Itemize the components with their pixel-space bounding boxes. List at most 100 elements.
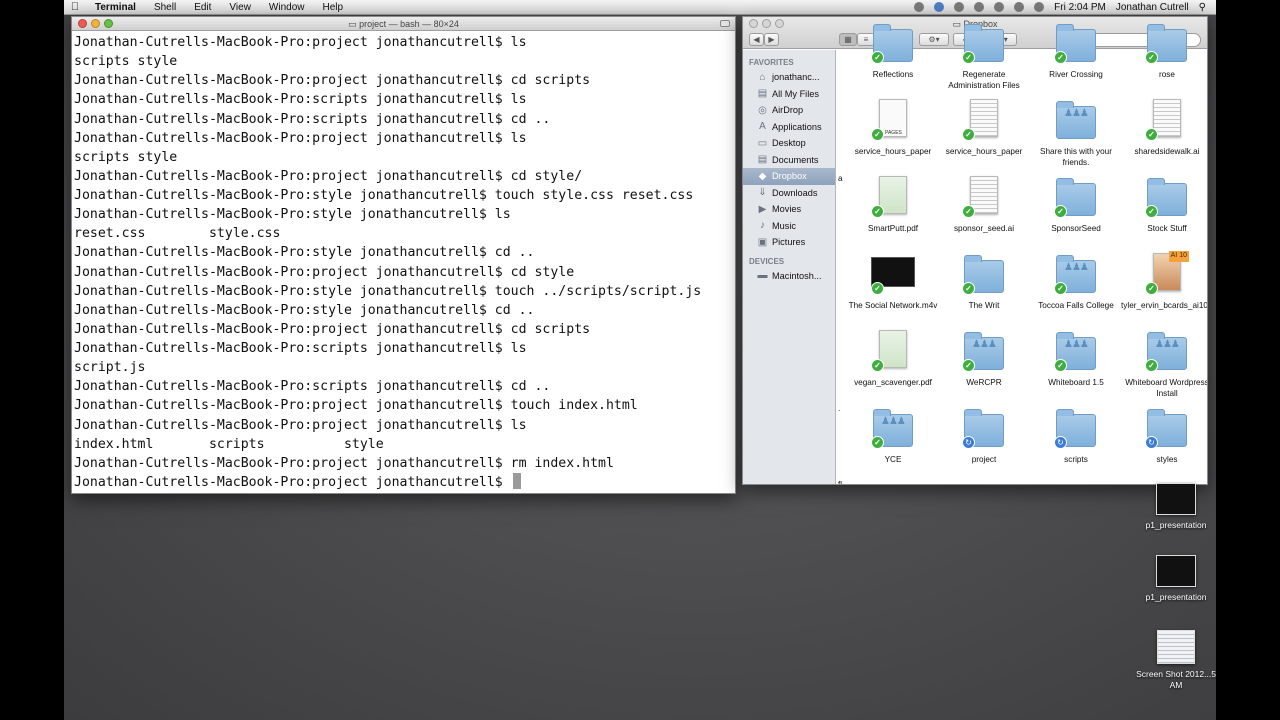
airdrop-icon: ◎ <box>758 104 767 116</box>
finder-content[interactable]: a . fl ✓ Reflections ✓ Regenerate Administr… <box>837 24 1208 485</box>
menubar-clock[interactable]: Fri 2:04 PM <box>1054 2 1106 13</box>
battery-icon[interactable] <box>1034 2 1045 12</box>
sidebar-item-documents[interactable]: ▤ Documents <box>743 152 835 169</box>
menu-shell[interactable]: Shell <box>145 2 185 13</box>
close-button[interactable] <box>749 19 758 28</box>
video-file-icon: ✓ <box>871 251 915 295</box>
file-item-label: The Writ <box>968 301 1000 310</box>
terminal-line: Jonathan-Cutrells-MacBook-Pro:scripts jo… <box>74 92 527 108</box>
close-button[interactable] <box>78 19 87 28</box>
zoom-button[interactable] <box>775 19 784 28</box>
file-item[interactable]: ♟♟♟ Share this with your friends. <box>1030 97 1122 168</box>
sidebar-item-music[interactable]: ♪ Music <box>743 218 835 235</box>
sidebar-item-all-files[interactable]: ▤ All My Files <box>743 86 835 103</box>
folder-icon: ♟♟♟ ✓ <box>1054 251 1098 295</box>
file-item[interactable]: ✓ vegan_scavenger.pdf <box>847 328 939 389</box>
fullscreen-icon[interactable] <box>720 20 730 27</box>
file-item-label: sponsor_seed.ai <box>953 224 1015 233</box>
screenshot-thumbnail <box>1157 630 1195 664</box>
sidebar-item-label: Music <box>772 220 796 231</box>
file-item[interactable]: PAGES ✓ service_hours_paper <box>847 97 939 158</box>
file-item[interactable]: ↻ project <box>938 405 1030 466</box>
volume-icon[interactable] <box>1014 2 1025 12</box>
file-item-label: sharedsidewalk.ai <box>1134 147 1200 156</box>
file-item[interactable]: ✓ The Writ <box>938 251 1030 312</box>
minimize-button[interactable] <box>762 19 771 28</box>
terminal-line: Jonathan-Cutrells-MacBook-Pro:scripts jo… <box>74 379 551 395</box>
terminal-titlebar[interactable]: ▭ project — bash — 80×24 <box>72 17 735 31</box>
file-item[interactable]: ♟♟♟ ✓ Whiteboard Wordpress Install <box>1121 328 1208 399</box>
file-item[interactable]: ✓ Reflections <box>847 20 939 81</box>
sidebar-item-movies[interactable]: ▶ Movies <box>743 201 835 218</box>
sidebar-item-label: Applications <box>772 121 822 132</box>
sidebar-item-downloads[interactable]: ⇓ Downloads <box>743 185 835 202</box>
file-item[interactable]: ✓ The Social Network.m4v <box>847 251 939 312</box>
shared-people-icon: ♟♟♟ <box>1155 339 1180 350</box>
sidebar-item-dropbox[interactable]: ◆ Dropbox <box>743 168 835 185</box>
documents-icon: ▤ <box>757 154 768 166</box>
zoom-button[interactable] <box>104 19 113 28</box>
file-item[interactable]: ✓ SponsorSeed <box>1030 174 1122 235</box>
file-item[interactable]: ↻ styles <box>1121 405 1207 466</box>
finder-window[interactable]: ▭ Dropbox ◀ ▶ ▦ ≡ ▥ ▬ ⚙▾ ◆▾ ▦▾ ⚲ FAVORIT… <box>742 16 1208 485</box>
file-item[interactable]: ♟♟♟ ✓ WeRCPR <box>938 328 1030 389</box>
file-item-label: YCE <box>884 455 902 464</box>
synced-check-icon: ✓ <box>871 282 884 295</box>
sidebar-item-applications[interactable]: A Applications <box>743 119 835 136</box>
file-item-label: Whiteboard Wordpress Install <box>1125 378 1208 398</box>
sync-status-icon[interactable] <box>934 2 945 12</box>
ai-version-badge: AI 10 <box>1168 251 1189 262</box>
sidebar-item-airdrop[interactable]: ◎ AirDrop <box>743 102 835 119</box>
forward-button[interactable]: ▶ <box>764 33 779 46</box>
menu-view[interactable]: View <box>220 2 260 13</box>
menu-app-name[interactable]: Terminal <box>86 2 145 13</box>
back-button[interactable]: ◀ <box>749 33 764 46</box>
file-item[interactable]: ✓ service_hours_paper <box>938 97 1030 158</box>
spotlight-search-icon[interactable]: ⚲ <box>1199 2 1206 13</box>
bluetooth-icon[interactable] <box>974 2 985 12</box>
terminal-line: index.html scripts style <box>74 436 384 452</box>
file-item[interactable]: ✓ sharedsidewalk.ai <box>1121 97 1207 158</box>
file-item[interactable]: ✓ Regenerate Administration Files <box>938 20 1030 91</box>
terminal-line: Jonathan-Cutrells-MacBook-Pro:project jo… <box>74 264 575 280</box>
terminal-line: Jonathan-Cutrells-MacBook-Pro:project jo… <box>74 35 527 50</box>
sidebar-favorites-header: FAVORITES <box>749 58 794 67</box>
wifi-icon[interactable] <box>994 2 1005 12</box>
desktop-file-item[interactable]: p1_presentation <box>1136 483 1216 531</box>
file-item[interactable]: ↻ scripts <box>1030 405 1122 466</box>
minimize-button[interactable] <box>91 19 100 28</box>
menubar-user[interactable]: Jonathan Cutrell <box>1116 2 1189 13</box>
file-item-label: Share this with your friends. <box>1040 147 1112 167</box>
file-item[interactable]: ✓ rose <box>1121 20 1207 81</box>
desktop-file-item[interactable]: Screen Shot 2012...5 AM <box>1136 630 1216 690</box>
file-item[interactable]: ✓ Stock Stuff <box>1121 174 1207 235</box>
sidebar-item-disk[interactable]: ▬ Macintosh... <box>743 268 835 285</box>
sidebar-item-pictures[interactable]: ▣ Pictures <box>743 234 835 251</box>
dropbox-status-icon[interactable] <box>914 2 925 12</box>
file-item[interactable]: ♟♟♟ ✓ Whiteboard 1.5 <box>1030 328 1122 389</box>
terminal-output[interactable]: Jonathan-Cutrells-MacBook-Pro:project jo… <box>72 31 735 492</box>
terminal-window[interactable]: ▭ project — bash — 80×24 Jonathan-Cutrel… <box>71 16 736 494</box>
file-item[interactable]: ♟♟♟ ✓ Toccoa Falls College <box>1030 251 1122 312</box>
timemachine-icon[interactable] <box>954 2 965 12</box>
sidebar-item-label: Desktop <box>772 138 806 149</box>
file-item[interactable]: ✓ sponsor_seed.ai <box>938 174 1030 235</box>
folder-icon: ♟♟♟ ✓ <box>1054 328 1098 372</box>
desktop-file-item[interactable]: p1_presentation <box>1136 555 1216 603</box>
file-item[interactable]: AI 10 ✓ tyler_ervin_bcards_ai10.ai <box>1121 251 1207 312</box>
apple-menu-icon[interactable]:  <box>64 1 86 13</box>
clipped-label: fl <box>838 480 843 485</box>
file-item[interactable]: ✓ River Crossing <box>1030 20 1122 81</box>
sidebar-item-label: Movies <box>772 204 802 215</box>
menu-help[interactable]: Help <box>314 2 353 13</box>
menu-edit[interactable]: Edit <box>185 2 220 13</box>
sidebar-item-desktop[interactable]: ▭ Desktop <box>743 135 835 152</box>
sidebar-item-label: Dropbox <box>772 171 807 182</box>
terminal-line: Jonathan-Cutrells-MacBook-Pro:style jona… <box>74 207 511 223</box>
sidebar-item-home[interactable]: ⌂ jonathanc... <box>743 69 835 86</box>
file-item[interactable]: ♟♟♟ ✓ YCE <box>847 405 939 466</box>
synced-check-icon: ✓ <box>871 359 884 372</box>
menu-window[interactable]: Window <box>260 2 314 13</box>
terminal-line: Jonathan-Cutrells-MacBook-Pro:project jo… <box>74 130 527 146</box>
file-item[interactable]: ✓ SmartPutt.pdf <box>847 174 939 235</box>
